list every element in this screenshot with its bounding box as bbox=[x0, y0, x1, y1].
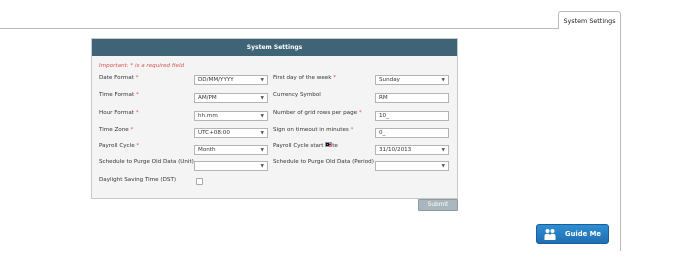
sign-on-timeout-label: Sign on timeout in minutes * bbox=[273, 127, 353, 133]
submit-button[interactable]: Submit bbox=[418, 199, 458, 211]
dst-checkbox[interactable] bbox=[196, 178, 203, 185]
chevron-down-icon: ▼ bbox=[260, 147, 264, 153]
sign-on-timeout-input[interactable]: 0_ bbox=[375, 128, 449, 138]
system-settings-panel: System Settings Important: * is a requir… bbox=[91, 38, 458, 199]
first-day-select[interactable]: Sunday ▼ bbox=[375, 75, 449, 85]
payroll-cycle-value: Month bbox=[198, 147, 216, 153]
time-zone-label: Time Zone * bbox=[99, 127, 133, 133]
time-format-label-text: Time Format bbox=[99, 92, 135, 98]
grid-rows-label-text: Number of grid rows per page bbox=[273, 110, 358, 116]
time-zone-select[interactable]: UTC+08:00 ▼ bbox=[194, 128, 268, 138]
hour-format-select[interactable]: hh.mm ▼ bbox=[194, 111, 268, 121]
payroll-cycle-select[interactable]: Month ▼ bbox=[194, 145, 268, 155]
hour-format-label: Hour Format * bbox=[99, 110, 139, 116]
purge-unit-label: Schedule to Purge Old Data (Unit) bbox=[99, 159, 194, 165]
chevron-down-icon: ▼ bbox=[441, 163, 445, 169]
hour-format-value: hh.mm bbox=[198, 113, 218, 119]
currency-symbol-input[interactable]: RM bbox=[375, 93, 449, 103]
payroll-start-date-select[interactable]: 31/10/2013 ▼ bbox=[375, 145, 449, 155]
first-day-label-text: First day of the week bbox=[273, 75, 332, 81]
currency-symbol-value: RM bbox=[379, 95, 388, 101]
guide-me-button[interactable]: Guide Me bbox=[536, 224, 609, 244]
content-border bbox=[620, 28, 621, 251]
date-format-value: DD/MM/YYYY bbox=[198, 77, 234, 83]
time-zone-label-text: Time Zone bbox=[99, 127, 129, 133]
required-marker: * bbox=[135, 110, 139, 116]
chevron-down-icon: ▼ bbox=[260, 95, 264, 101]
required-marker: * bbox=[136, 143, 140, 149]
date-format-label-text: Date Format bbox=[99, 75, 134, 81]
payroll-cycle-label-text: Payroll Cycle bbox=[99, 143, 135, 149]
time-format-label: Time Format * bbox=[99, 92, 139, 98]
required-marker: * bbox=[358, 110, 362, 116]
tab-system-settings[interactable]: System Settings bbox=[558, 11, 621, 29]
chevron-down-icon: ▼ bbox=[260, 163, 264, 169]
chevron-down-icon: ▼ bbox=[441, 147, 445, 153]
chevron-down-icon: ▼ bbox=[260, 113, 264, 119]
flag-icon[interactable] bbox=[325, 142, 332, 147]
sign-on-timeout-label-text: Sign on timeout in minutes bbox=[273, 127, 349, 133]
purge-unit-select[interactable]: ▼ bbox=[194, 161, 268, 171]
time-format-select[interactable]: AM/PM ▼ bbox=[194, 93, 268, 103]
chevron-down-icon: ▼ bbox=[260, 130, 264, 136]
payroll-start-date-value: 31/10/2013 bbox=[379, 147, 412, 153]
payroll-cycle-label: Payroll Cycle * bbox=[99, 143, 139, 149]
required-marker: * bbox=[135, 92, 139, 98]
time-format-value: AM/PM bbox=[198, 95, 217, 101]
purge-period-label: Schedule to Purge Old Data (Period) bbox=[273, 159, 374, 165]
grid-rows-input[interactable]: 10_ bbox=[375, 111, 449, 121]
grid-rows-value: 10_ bbox=[379, 113, 389, 119]
grid-rows-label: Number of grid rows per page * bbox=[273, 110, 362, 116]
purge-period-select[interactable]: ▼ bbox=[375, 161, 449, 171]
chevron-down-icon: ▼ bbox=[441, 77, 445, 83]
required-marker: * bbox=[350, 127, 354, 133]
required-field-note: Important: * is a required field bbox=[99, 63, 185, 69]
currency-symbol-label: Currency Symbol bbox=[273, 92, 321, 98]
tab-strip-line bbox=[0, 28, 621, 29]
panel-title: System Settings bbox=[92, 39, 457, 56]
required-marker: * bbox=[333, 75, 337, 81]
people-icon bbox=[544, 229, 556, 240]
required-marker: * bbox=[130, 127, 134, 133]
chevron-down-icon: ▼ bbox=[260, 77, 264, 83]
date-format-label: Date Format * bbox=[99, 75, 138, 81]
required-marker: * bbox=[135, 75, 139, 81]
first-day-label: First day of the week * bbox=[273, 75, 336, 81]
first-day-value: Sunday bbox=[379, 77, 400, 83]
sign-on-timeout-value: 0_ bbox=[379, 130, 386, 136]
time-zone-value: UTC+08:00 bbox=[198, 130, 230, 136]
dst-label: Daylight Saving Time (DST) bbox=[99, 177, 177, 183]
guide-me-label: Guide Me bbox=[565, 230, 601, 238]
date-format-select[interactable]: DD/MM/YYYY ▼ bbox=[194, 75, 268, 85]
hour-format-label-text: Hour Format bbox=[99, 110, 134, 116]
